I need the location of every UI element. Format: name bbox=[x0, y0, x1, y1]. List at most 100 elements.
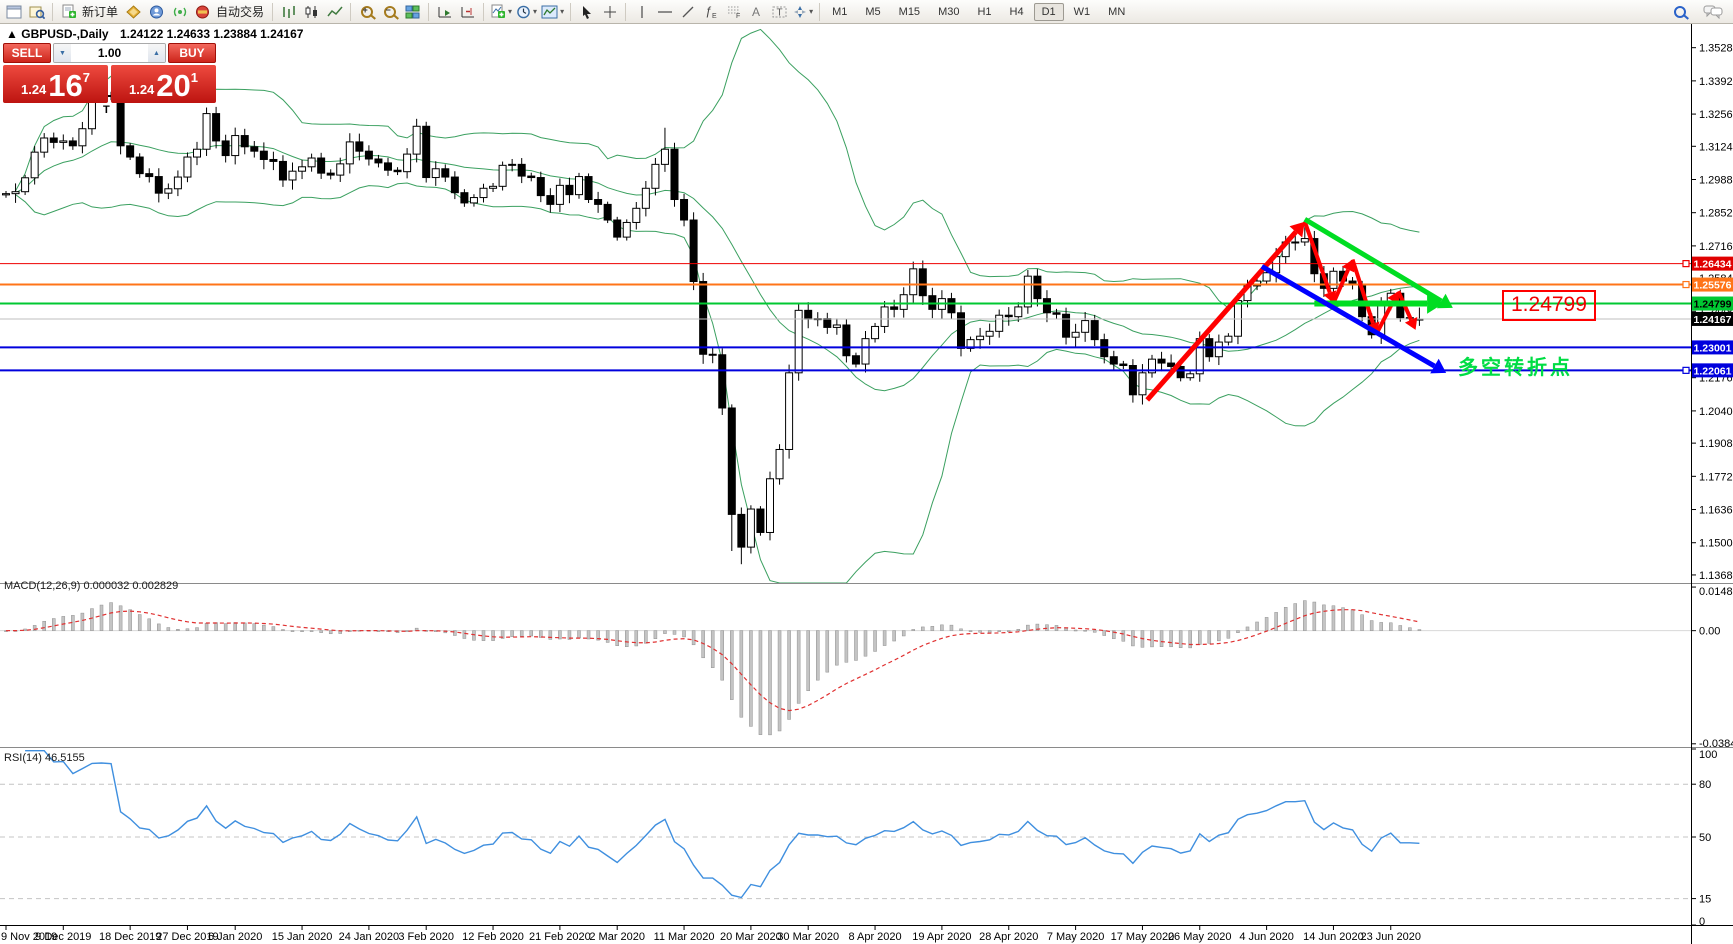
lot-decrease-button[interactable]: ▼ bbox=[54, 44, 71, 62]
current-price-label: 1.24167 bbox=[1692, 311, 1733, 326]
date-label: 7 May 2020 bbox=[1047, 931, 1104, 943]
auto-trading-label[interactable]: 自动交易 bbox=[214, 3, 268, 20]
timeframe-h1-button[interactable]: H1 bbox=[969, 3, 999, 21]
toolbar-separator bbox=[52, 2, 53, 21]
bars-chart-icon[interactable] bbox=[277, 1, 300, 22]
date-label: 2 Mar 2020 bbox=[589, 931, 645, 943]
label-icon[interactable]: T bbox=[768, 1, 791, 22]
svg-text:1.29880: 1.29880 bbox=[1699, 174, 1733, 186]
svg-text:0.00: 0.00 bbox=[1699, 626, 1720, 638]
timeframe-d1-button[interactable]: D1 bbox=[1033, 2, 1064, 21]
date-label: 26 May 2020 bbox=[1168, 931, 1232, 943]
bid-pip-digit: 7 bbox=[82, 70, 91, 85]
line-handle bbox=[1682, 260, 1690, 268]
svg-text:15: 15 bbox=[1699, 894, 1711, 906]
timeframe-toolbar: M1 M5 M15 M30 H1 H4 D1 W1 MN bbox=[824, 2, 1133, 21]
toolbar-separator bbox=[350, 2, 352, 21]
horizontal-line-icon[interactable] bbox=[653, 1, 676, 22]
svg-text:1.26434: 1.26434 bbox=[1694, 259, 1732, 271]
price-level-callout[interactable]: 1.24799 bbox=[1502, 290, 1596, 321]
svg-text:1.22061: 1.22061 bbox=[1694, 365, 1732, 377]
chart-shift-icon[interactable] bbox=[456, 1, 479, 22]
symbol-marker-icon: ▲ bbox=[6, 27, 18, 41]
svg-text:1.24799: 1.24799 bbox=[1694, 299, 1732, 311]
timeframe-m15-button[interactable]: M15 bbox=[891, 3, 928, 21]
toolbar-separator bbox=[428, 2, 430, 21]
buy-button[interactable]: BUY bbox=[168, 43, 216, 63]
rsi-indicator-label: RSI(14) 46.5155 bbox=[4, 752, 85, 764]
templates-icon[interactable]: ▾ bbox=[539, 1, 566, 22]
svg-text:0.0148: 0.0148 bbox=[1699, 586, 1733, 598]
metaeditor-icon[interactable] bbox=[122, 1, 145, 22]
cursor-icon[interactable] bbox=[575, 1, 598, 22]
svg-text:100: 100 bbox=[1699, 749, 1717, 761]
zoom-out-icon[interactable]: − bbox=[378, 1, 401, 22]
mt4-window: { "toolbar": { "new_order": "新订单", "auto… bbox=[0, 0, 1733, 944]
bid-quote-button[interactable]: 1.24 16 7 bbox=[3, 65, 108, 103]
lot-size-stepper: ▼ ▲ bbox=[53, 43, 166, 63]
t-text-object[interactable]: T bbox=[103, 104, 110, 116]
timeframe-m1-button[interactable]: M1 bbox=[824, 3, 855, 21]
indicators-icon[interactable]: ▾ bbox=[488, 1, 514, 22]
date-label: 30 Mar 2020 bbox=[777, 931, 839, 943]
zoom-in-icon[interactable]: + bbox=[355, 1, 378, 22]
bull-bear-turning-point-note[interactable]: 多空转折点 bbox=[1458, 351, 1573, 380]
auto-scroll-icon[interactable] bbox=[433, 1, 456, 22]
new-order-icon[interactable] bbox=[57, 1, 80, 22]
timeframe-h4-button[interactable]: H4 bbox=[1002, 3, 1032, 21]
timeframe-m5-button[interactable]: M5 bbox=[857, 3, 888, 21]
fibonacci-icon[interactable]: ƒE bbox=[699, 1, 722, 22]
bollinger-bands bbox=[15, 28, 1420, 584]
timeframe-m30-button[interactable]: M30 bbox=[930, 3, 967, 21]
chart-canvas[interactable]: 1.35280 1.33920 1.32560 1.31240 1.29880 1.285… bbox=[0, 24, 1733, 944]
autotrading-icon[interactable] bbox=[191, 1, 214, 22]
timeframe-mn-button[interactable]: MN bbox=[1100, 3, 1133, 21]
svg-text:E: E bbox=[712, 13, 717, 19]
bid-prefix: 1.24 bbox=[20, 82, 47, 97]
arrows-icon[interactable]: ▾ bbox=[791, 1, 815, 22]
timeframe-w1-button[interactable]: W1 bbox=[1066, 3, 1099, 21]
candles-chart-icon[interactable] bbox=[300, 1, 323, 22]
date-label: 24 Jan 2020 bbox=[339, 931, 400, 943]
svg-text:1.33920: 1.33920 bbox=[1699, 76, 1733, 88]
clock-icon[interactable]: ▾ bbox=[514, 1, 539, 22]
sell-button[interactable]: SELL bbox=[3, 43, 51, 63]
toolbar-separator bbox=[272, 2, 274, 21]
trendline-icon[interactable] bbox=[676, 1, 699, 22]
impulse-up-arrow[interactable] bbox=[1145, 221, 1305, 402]
profiles-search-icon[interactable] bbox=[25, 1, 48, 22]
main-toolbar: 新订单 自动交易 + − ▾ ▾ ▾ ƒE F A T ▾ M1 M5 M15 M30… bbox=[0, 0, 1733, 24]
date-label: 15 Jan 2020 bbox=[272, 931, 333, 943]
grid-icon[interactable]: F bbox=[722, 1, 745, 22]
svg-text:1.20400: 1.20400 bbox=[1699, 406, 1733, 418]
date-label: 20 Mar 2020 bbox=[720, 931, 782, 943]
svg-text:1.28520: 1.28520 bbox=[1699, 208, 1733, 220]
tile-windows-icon[interactable] bbox=[401, 1, 424, 22]
bollinger-lower-band bbox=[15, 182, 1420, 584]
date-axis: 9 Nov 20199 Dec 2019 18 Dec 201927 Dec 20… bbox=[1, 926, 1421, 943]
crosshair-icon[interactable] bbox=[598, 1, 621, 22]
svg-text:0: 0 bbox=[1699, 916, 1705, 928]
search-icon[interactable] bbox=[1668, 1, 1691, 22]
svg-text:1.15000: 1.15000 bbox=[1699, 538, 1733, 550]
lot-size-input[interactable] bbox=[71, 44, 148, 62]
date-label: 19 Apr 2020 bbox=[912, 931, 971, 943]
signals-icon[interactable] bbox=[168, 1, 191, 22]
macd-pane: 0.01480.00-0.038415 bbox=[0, 586, 1733, 750]
chat-icon[interactable] bbox=[1701, 1, 1725, 22]
svg-text:1.16360: 1.16360 bbox=[1699, 505, 1733, 517]
line-handle bbox=[1682, 366, 1690, 374]
date-label: 18 Dec 2019 bbox=[99, 931, 161, 943]
axis-label-1.26434: 1.26434 bbox=[1692, 256, 1733, 271]
new-order-label[interactable]: 新订单 bbox=[80, 3, 122, 20]
date-label: 9 Dec 2019 bbox=[35, 931, 91, 943]
ask-quote-button[interactable]: 1.24 20 1 bbox=[111, 65, 216, 103]
window-icon[interactable] bbox=[2, 1, 25, 22]
date-label: 28 Apr 2020 bbox=[979, 931, 1038, 943]
svg-text:1.19080: 1.19080 bbox=[1699, 438, 1733, 450]
lot-increase-button[interactable]: ▲ bbox=[148, 44, 165, 62]
text-icon[interactable]: A bbox=[745, 1, 768, 22]
line-chart-icon[interactable] bbox=[323, 1, 346, 22]
vertical-line-icon[interactable] bbox=[630, 1, 653, 22]
terminal-icon[interactable] bbox=[145, 1, 168, 22]
